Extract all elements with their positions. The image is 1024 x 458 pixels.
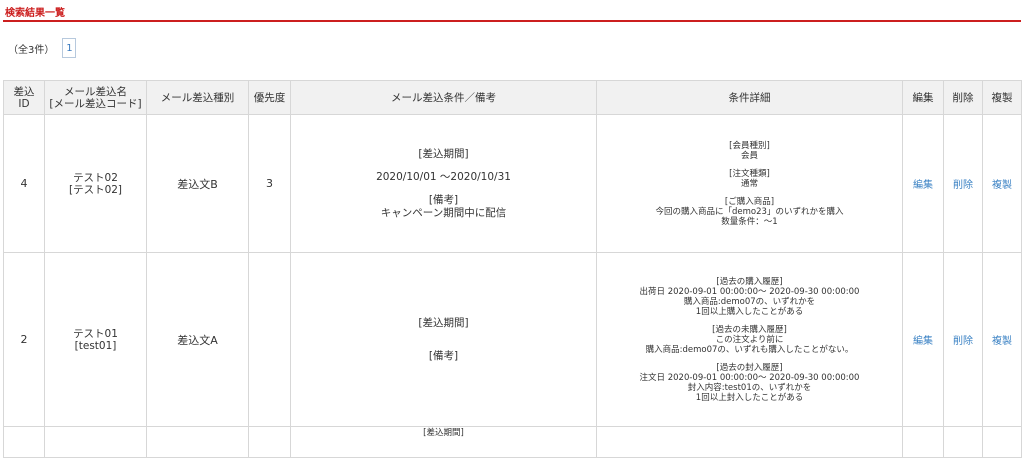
- col-header-priority: 優先度: [248, 80, 291, 115]
- note-value: キャンペーン期間中に配信: [380, 206, 507, 219]
- col-header-edit: 編集: [902, 80, 944, 115]
- cell-type: [146, 426, 249, 458]
- cell-delete: [943, 426, 983, 458]
- col-header-id: 差込ID: [3, 80, 45, 115]
- pager: （全3件） 1: [8, 38, 77, 58]
- table-row: 2 テスト01 [test01] 差込文A [差込期間] [備考] [過去の購入…: [3, 252, 1022, 427]
- result-count: （全3件）: [8, 44, 55, 56]
- detail-line: [ご購入商品]: [724, 196, 775, 207]
- detail-line: 1回以上封入したことがある: [695, 392, 804, 403]
- period-label: [差込期間]: [418, 316, 469, 329]
- page-link-current[interactable]: 1: [62, 38, 77, 58]
- insert-name: テスト02: [73, 171, 118, 184]
- cell-copy: 複製: [982, 114, 1022, 253]
- table-row: 4 テスト02 [テスト02] 差込文B 3 [差込期間] 2020/10/01…: [3, 114, 1022, 253]
- detail-line: 購入商品:demo07の、いずれも購入したことがない。: [645, 344, 854, 355]
- results-table: 差込ID メール差込名 [メール差込コード] メール差込種別 優先度 メール差込…: [3, 80, 1022, 458]
- cell-name: [44, 426, 147, 458]
- col-header-conditions: メール差込条件／備考: [290, 80, 597, 115]
- cell-detail: [596, 426, 903, 458]
- cell-priority: [248, 426, 291, 458]
- detail-line: [過去の購入履歴]: [716, 276, 783, 287]
- cell-priority: 3: [248, 114, 291, 253]
- cell-conditions: [差込期間]: [290, 426, 597, 458]
- detail-line: 注文日 2020-09-01 00:00:00～ 2020-09-30 00:0…: [639, 372, 860, 383]
- cell-conditions: [差込期間] [備考]: [290, 252, 597, 427]
- insert-name: テスト01: [73, 327, 118, 340]
- cell-type: 差込文B: [146, 114, 249, 253]
- period-value: 2020/10/01 ～2020/10/31: [376, 170, 511, 183]
- col-header-type: メール差込種別: [146, 80, 249, 115]
- table-row: [差込期間]: [3, 426, 1022, 458]
- period-label: [差込期間]: [423, 428, 464, 438]
- edit-link[interactable]: 編集: [913, 336, 933, 347]
- detail-line: [会員種別]: [729, 140, 770, 151]
- col-header-name-label: メール差込名: [64, 85, 127, 98]
- cell-detail: [会員種別] 会員 [注文種類] 通常 [ご購入商品] 今回の購入商品に「dem…: [596, 114, 903, 253]
- cell-id: 2: [3, 252, 45, 427]
- cell-edit: 編集: [902, 252, 944, 427]
- cell-conditions: [差込期間] 2020/10/01 ～2020/10/31 [備考] キャンペー…: [290, 114, 597, 253]
- delete-link[interactable]: 削除: [953, 180, 973, 191]
- cell-name: テスト02 [テスト02]: [44, 114, 147, 253]
- copy-link[interactable]: 複製: [992, 180, 1012, 191]
- edit-link[interactable]: 編集: [913, 180, 933, 191]
- detail-line: 通常: [740, 178, 758, 189]
- note-label: [備考]: [428, 193, 459, 206]
- detail-line: この注文より前に: [715, 334, 784, 345]
- section-title: 検索結果一覧: [5, 8, 65, 19]
- detail-line: [過去の封入履歴]: [716, 362, 783, 373]
- col-header-copy: 複製: [982, 80, 1022, 115]
- cell-priority: [248, 252, 291, 427]
- col-header-delete: 削除: [943, 80, 983, 115]
- detail-line: [注文種類]: [729, 168, 770, 179]
- detail-line: 封入内容:test01の、いずれかを: [687, 382, 812, 393]
- title-divider: [3, 20, 1021, 22]
- copy-link[interactable]: 複製: [992, 336, 1012, 347]
- detail-line: 数量条件：～1: [721, 216, 778, 227]
- detail-line: [過去の未購入履歴]: [712, 324, 787, 335]
- insert-code: [test01]: [74, 339, 117, 352]
- cell-delete: 削除: [943, 114, 983, 253]
- cell-edit: 編集: [902, 114, 944, 253]
- note-label: [備考]: [428, 349, 459, 362]
- cell-copy: [982, 426, 1022, 458]
- cell-type: 差込文A: [146, 252, 249, 427]
- cell-id: [3, 426, 45, 458]
- cell-edit: [902, 426, 944, 458]
- detail-line: 会員: [740, 150, 758, 161]
- table-header-row: 差込ID メール差込名 [メール差込コード] メール差込種別 優先度 メール差込…: [3, 80, 1022, 115]
- col-header-detail: 条件詳細: [596, 80, 903, 115]
- detail-line: 1回以上購入したことがある: [695, 306, 804, 317]
- cell-detail: [過去の購入履歴] 出荷日 2020-09-01 00:00:00～ 2020-…: [596, 252, 903, 427]
- delete-link[interactable]: 削除: [953, 336, 973, 347]
- detail-line: 購入商品:demo07の、いずれかを: [683, 296, 816, 307]
- cell-name: テスト01 [test01]: [44, 252, 147, 427]
- detail-line: 今回の購入商品に「demo23」のいずれかを購入: [655, 206, 844, 217]
- cell-copy: 複製: [982, 252, 1022, 427]
- cell-id: 4: [3, 114, 45, 253]
- col-header-name: メール差込名 [メール差込コード]: [44, 80, 147, 115]
- cell-delete: 削除: [943, 252, 983, 427]
- detail-line: 出荷日 2020-09-01 00:00:00～ 2020-09-30 00:0…: [639, 286, 860, 297]
- period-label: [差込期間]: [418, 147, 469, 160]
- col-header-code-label: [メール差込コード]: [49, 97, 142, 110]
- insert-code: [テスト02]: [68, 183, 123, 196]
